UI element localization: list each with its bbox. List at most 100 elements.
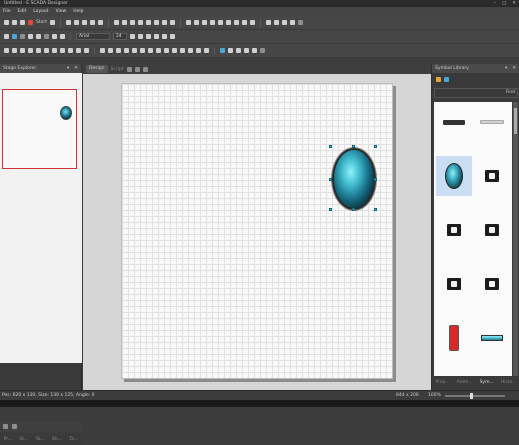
copy-icon[interactable] — [90, 20, 95, 25]
resize-handle-s[interactable] — [352, 208, 355, 211]
input-tool-icon[interactable] — [164, 48, 169, 53]
symbol-item-home-icon[interactable] — [474, 156, 510, 196]
ungroup-icon[interactable] — [218, 20, 223, 25]
tab-animation[interactable]: Anim... — [457, 380, 473, 385]
button-tool-icon[interactable] — [76, 48, 81, 53]
polygon-tool-icon[interactable] — [52, 48, 57, 53]
new-file-icon[interactable] — [4, 20, 9, 25]
motor-tool-icon[interactable] — [244, 48, 249, 53]
text-right-icon[interactable] — [170, 34, 175, 39]
pin-icon[interactable]: ▾ — [67, 64, 69, 73]
symbol-item-dark-bar[interactable] — [436, 102, 472, 142]
checkbox-tool-icon[interactable] — [180, 48, 185, 53]
paste-icon[interactable] — [98, 20, 103, 25]
pipe-tool-icon[interactable] — [228, 48, 233, 53]
same-height-icon[interactable] — [194, 20, 199, 25]
distribute-v-icon[interactable] — [170, 20, 175, 25]
underline-icon[interactable] — [146, 34, 151, 39]
menu-help[interactable]: Help — [73, 7, 83, 16]
scrollbar-thumb[interactable] — [514, 108, 517, 134]
stage-explorer-list[interactable] — [0, 73, 82, 363]
image-tool-icon[interactable] — [68, 48, 73, 53]
video-tool-icon[interactable] — [204, 48, 209, 53]
lock-icon[interactable] — [242, 20, 247, 25]
font-family-select[interactable]: Arial — [76, 33, 110, 40]
distribute-h-icon[interactable] — [162, 20, 167, 25]
close-icon[interactable]: ✕ — [74, 64, 78, 73]
tab-tools[interactable]: To... — [36, 437, 45, 442]
maximize-icon[interactable]: □ — [502, 0, 506, 7]
symbol-search-input[interactable]: Find — [434, 88, 518, 98]
find-button[interactable]: Find — [506, 90, 515, 95]
menu-edit[interactable]: Edit — [18, 7, 27, 16]
folder-icon[interactable] — [436, 76, 441, 82]
send-back-icon[interactable] — [234, 20, 239, 25]
text-center-icon[interactable] — [162, 34, 167, 39]
align-center-icon[interactable] — [122, 20, 127, 25]
chevron-down-icon[interactable] — [20, 34, 25, 39]
menu-file[interactable]: File — [3, 7, 11, 16]
resize-handle-nw[interactable] — [329, 145, 332, 148]
undo-icon[interactable] — [66, 20, 71, 25]
resize-handle-se[interactable] — [374, 208, 377, 211]
select-tool-icon[interactable] — [4, 48, 9, 53]
chart-tool-icon[interactable] — [132, 48, 137, 53]
table-tool-icon[interactable] — [124, 48, 129, 53]
tab-script[interactable]: Script — [111, 67, 124, 72]
symbol-tool-icon[interactable] — [220, 48, 225, 53]
align-left-icon[interactable] — [114, 20, 119, 25]
text-left-icon[interactable] — [154, 34, 159, 39]
cut-icon[interactable] — [82, 20, 87, 25]
symbol-item-gauge[interactable] — [436, 156, 472, 196]
bold-icon[interactable] — [130, 34, 135, 39]
align-right-icon[interactable] — [130, 20, 135, 25]
meter-tool-icon[interactable] — [108, 48, 113, 53]
close-icon[interactable]: ✕ — [512, 64, 516, 73]
align-middle-icon[interactable] — [146, 20, 151, 25]
zoom-slider[interactable] — [445, 395, 505, 397]
radio-tool-icon[interactable] — [188, 48, 193, 53]
text-tool-icon[interactable] — [60, 48, 65, 53]
italic-icon[interactable] — [138, 34, 143, 39]
add-stage-icon[interactable] — [3, 424, 8, 429]
ellipse-tool-icon[interactable] — [36, 48, 41, 53]
gauge-tool-icon[interactable] — [100, 48, 105, 53]
edit-icon[interactable] — [444, 76, 449, 82]
symbol-grid[interactable] — [434, 102, 512, 376]
polyline-tool-icon[interactable] — [20, 48, 25, 53]
start-icon[interactable] — [28, 20, 33, 25]
symbol-item-building-icon[interactable] — [474, 210, 510, 250]
minimize-icon[interactable]: – — [494, 0, 496, 7]
pin-icon[interactable]: ▾ — [505, 64, 507, 73]
group-icon[interactable] — [210, 20, 215, 25]
align-bottom-icon[interactable] — [154, 20, 159, 25]
open-file-icon[interactable] — [12, 20, 17, 25]
design-canvas[interactable] — [121, 83, 393, 379]
menu-layout[interactable]: Layout — [33, 7, 48, 16]
selected-gauge-symbol[interactable] — [332, 148, 376, 210]
resize-handle-w[interactable] — [329, 178, 332, 181]
symbol-item-calendar-icon[interactable] — [436, 264, 472, 304]
stage-thumbnail[interactable] — [2, 89, 77, 169]
tab-project[interactable]: Pr... — [4, 437, 12, 442]
resize-handle-ne[interactable] — [374, 145, 377, 148]
tab-design[interactable]: Design — [86, 65, 108, 73]
resize-handle-e[interactable] — [374, 178, 377, 181]
close-icon[interactable]: ✕ — [512, 0, 516, 7]
pointer-icon[interactable] — [4, 34, 9, 39]
font-size-select[interactable]: 24 — [113, 33, 127, 40]
tab-symbols[interactable]: Sym... — [480, 380, 494, 385]
symbol-library-scrollbar[interactable] — [513, 102, 518, 376]
symbol-item-phone[interactable] — [436, 318, 472, 358]
slider-tool-icon[interactable] — [156, 48, 161, 53]
more-tools-icon[interactable] — [260, 48, 265, 53]
tab-stage[interactable]: St... — [19, 437, 28, 442]
design-workspace[interactable] — [83, 74, 431, 390]
alarm-tool-icon[interactable] — [140, 48, 145, 53]
delete-stage-icon[interactable] — [12, 424, 17, 429]
symbol-item-cyan-bar[interactable] — [474, 318, 510, 358]
symbol-item-light-bar[interactable] — [474, 102, 510, 142]
rotate-icon[interactable] — [266, 20, 271, 25]
line-style-icon[interactable] — [60, 34, 65, 39]
redo-icon[interactable] — [74, 20, 79, 25]
